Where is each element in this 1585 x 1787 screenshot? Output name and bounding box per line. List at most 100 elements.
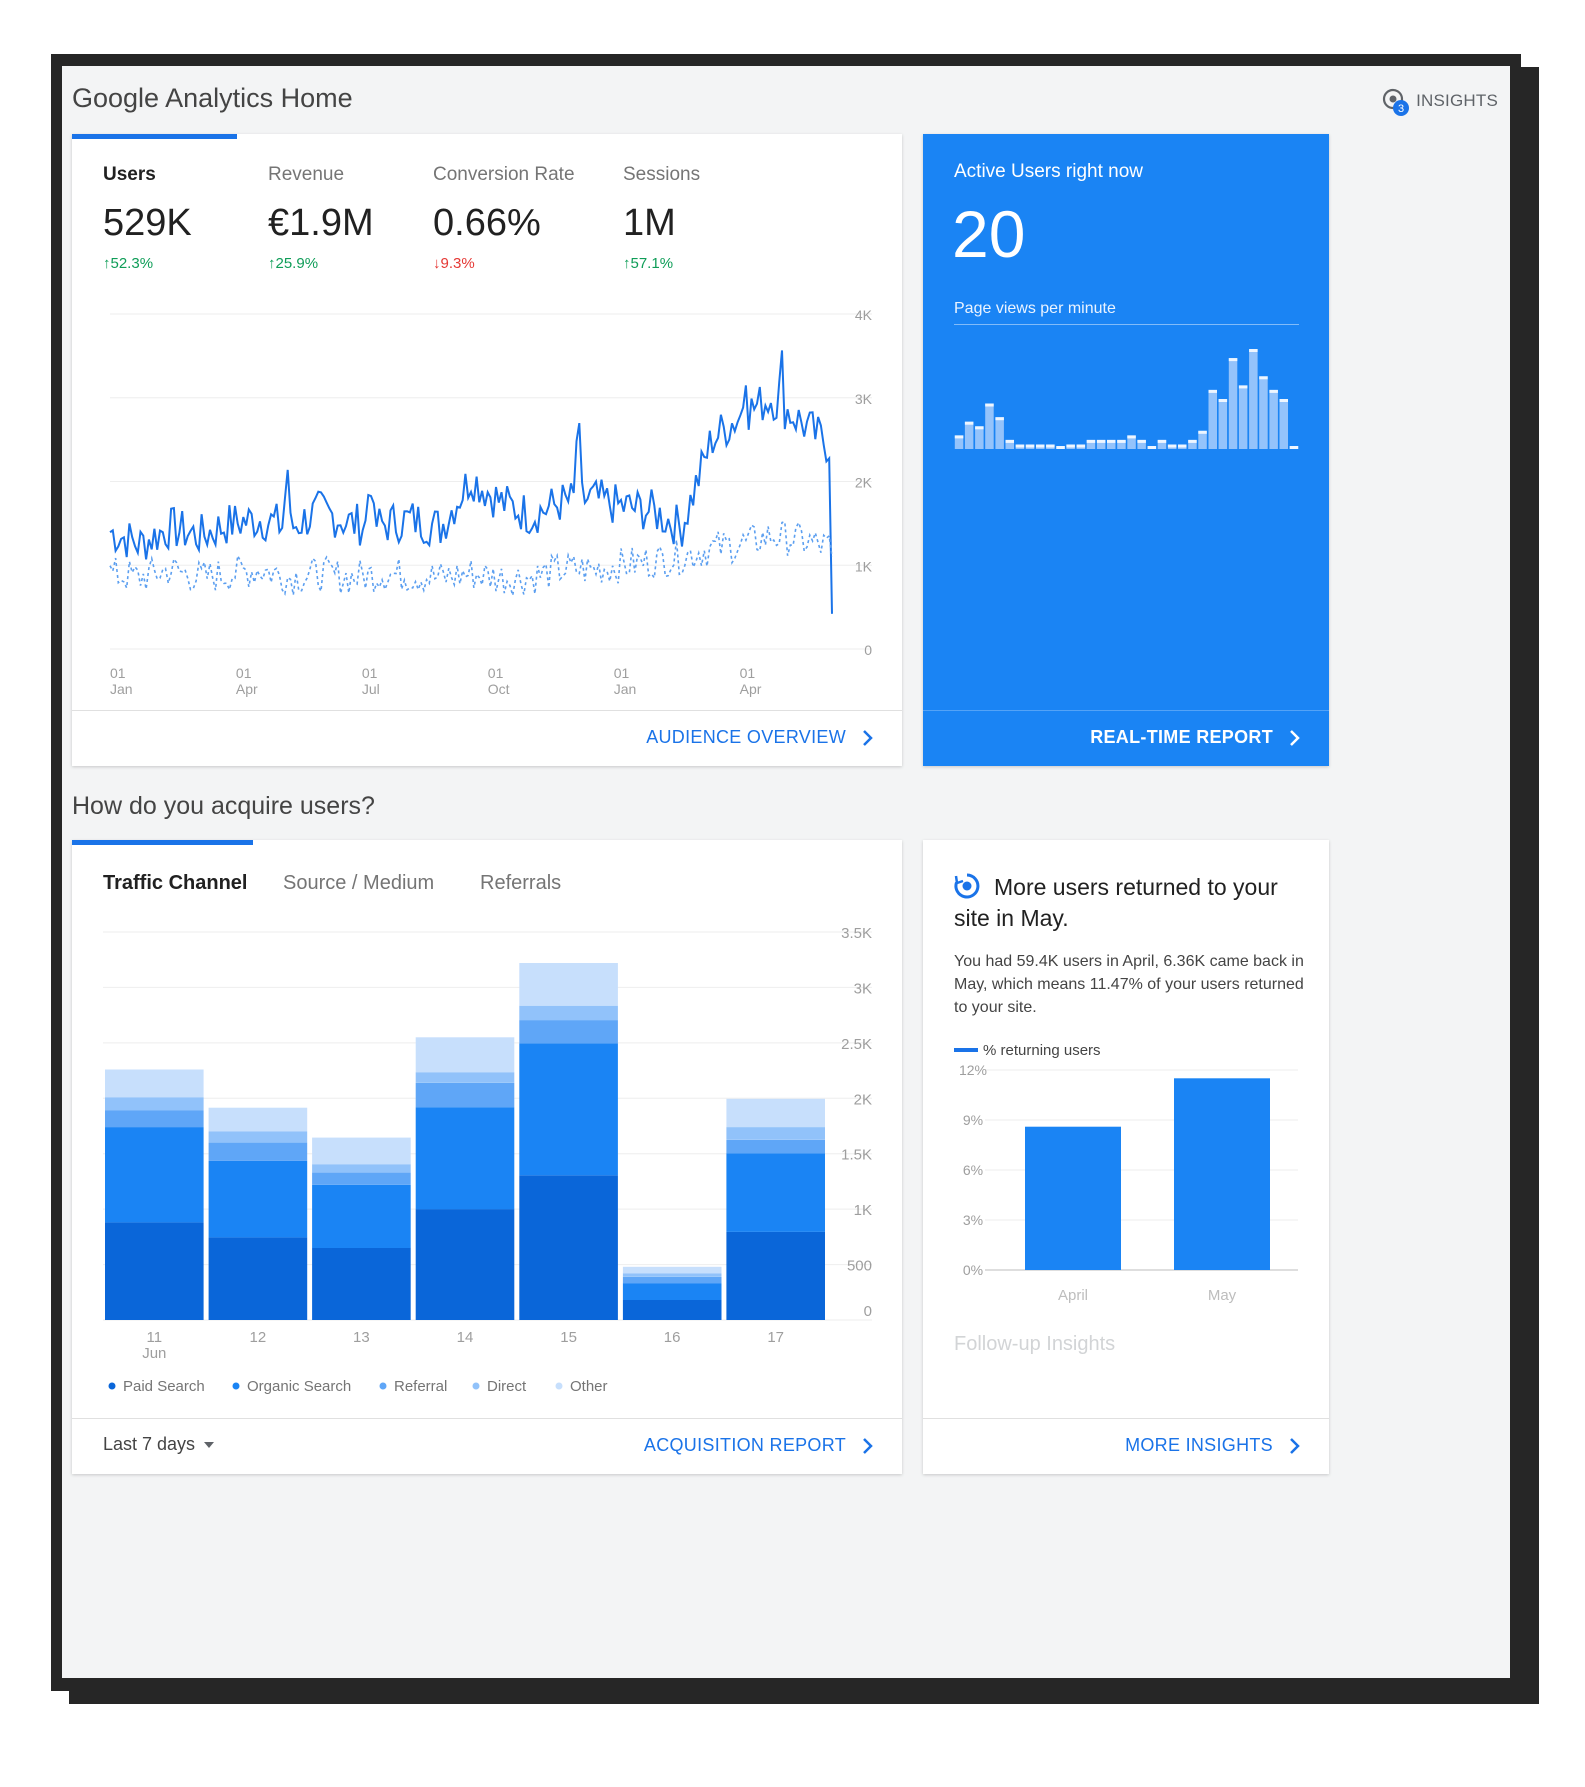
stack-segment	[726, 1139, 825, 1154]
tab-referrals[interactable]: Referrals	[480, 872, 561, 895]
pageview-bar-cap	[1046, 444, 1055, 448]
legend-label: Paid Search	[123, 1378, 205, 1395]
y-tick-label: 12%	[959, 1062, 987, 1078]
pageview-bar-cap	[1025, 444, 1035, 448]
pageview-bar	[964, 421, 974, 449]
stack-segment	[312, 1247, 411, 1320]
y-tick-label: 0%	[963, 1262, 983, 1278]
pageviews-divider	[954, 324, 1299, 325]
pageview-bar-cap	[975, 426, 984, 430]
return-bar	[1174, 1078, 1270, 1270]
realtime-report-link[interactable]: REAL-TIME REPORT	[1090, 727, 1301, 748]
stack-segment	[208, 1107, 308, 1132]
stack-segment	[312, 1172, 411, 1185]
metric-value: 529K	[103, 202, 192, 244]
x-tick-day: 16	[664, 1329, 681, 1346]
pageview-bar-cap	[1147, 446, 1157, 449]
y-tick-label: 1K	[854, 1202, 872, 1219]
stack-segment	[519, 963, 618, 1006]
stack-segment	[622, 1276, 722, 1284]
pageview-bar-cap	[1096, 439, 1106, 443]
pageview-bar-cap	[995, 417, 1004, 421]
more-insights-label: MORE INSIGHTS	[1125, 1435, 1273, 1455]
x-tick-month: Apr	[740, 681, 762, 697]
stack-segment	[312, 1137, 411, 1165]
metric-value: €1.9M	[268, 202, 374, 244]
legend-dot	[555, 1382, 563, 1390]
pageview-bar-cap	[1157, 439, 1167, 443]
legend-dot	[108, 1382, 116, 1390]
pageview-bar-cap	[964, 421, 974, 425]
pageview-bar	[1279, 399, 1288, 449]
stack-segment	[622, 1273, 722, 1277]
pageview-bar-cap	[1137, 439, 1146, 443]
metric-change: ↑57.1%	[623, 255, 674, 272]
metric-sessions[interactable]: Sessions 1M ↑57.1%	[623, 164, 700, 272]
metric-label: Users	[103, 164, 156, 185]
metric-value: 0.66%	[433, 202, 541, 244]
metric-conversion-rate[interactable]: Conversion Rate 0.66% ↓9.3%	[433, 164, 575, 272]
users-line-chart: 01K2K3K4K01Jan01Apr01Jul01Oct01Jan01Apr	[109, 307, 873, 697]
acquisition-report-label: ACQUISITION REPORT	[643, 1435, 846, 1455]
tab-traffic-channel[interactable]: Traffic Channel	[103, 872, 247, 895]
pageview-bar	[995, 417, 1004, 449]
pageview-bar-cap	[1167, 444, 1177, 448]
pageview-bar-cap	[1269, 389, 1278, 393]
legend-label: Other	[570, 1378, 608, 1395]
metric-value: 1M	[623, 202, 676, 244]
chevron-right-icon	[1290, 1437, 1300, 1454]
channel-tab-indicator	[72, 840, 253, 845]
more-insights-link[interactable]: MORE INSIGHTS	[1125, 1435, 1301, 1456]
y-tick-label: 500	[847, 1258, 872, 1275]
tab-source-medium[interactable]: Source / Medium	[283, 872, 434, 895]
return-bar	[1025, 1126, 1121, 1270]
acquisition-report-link[interactable]: ACQUISITION REPORT	[644, 1435, 874, 1456]
metric-change: ↓9.3%	[433, 255, 475, 272]
y-tick-label: 1.5K	[841, 1147, 872, 1164]
x-tick-day: 12	[250, 1329, 267, 1346]
audience-overview-link[interactable]: AUDIENCE OVERVIEW	[646, 727, 874, 748]
realtime-footer: REAL-TIME REPORT	[923, 710, 1329, 766]
pageview-bar-cap	[1015, 444, 1025, 448]
y-tick-label: 2K	[855, 475, 873, 491]
pageview-bar-cap	[1127, 435, 1136, 439]
stack-segment	[622, 1283, 722, 1300]
metric-tab-indicator	[72, 134, 237, 139]
stack-segment	[519, 1043, 618, 1176]
x-tick-day: 14	[457, 1329, 474, 1346]
x-tick-label: May	[1208, 1287, 1237, 1304]
x-tick-month: Jan	[110, 681, 133, 697]
pageview-bar-cap	[1238, 385, 1248, 389]
audience-footer: AUDIENCE OVERVIEW	[72, 710, 902, 766]
pageview-bar	[1238, 385, 1248, 449]
metric-users[interactable]: Users 529K ↑52.3%	[103, 164, 192, 272]
returning-users-chart: % returning users 0% 3% 6% 9% 12% April May	[954, 1042, 1298, 1304]
y-tick-label: 0	[864, 642, 872, 658]
x-tick-day: 17	[767, 1329, 784, 1346]
insight-body: You had 59.4K users in April, 6.36K came…	[954, 953, 1304, 1016]
x-tick-day: 15	[560, 1329, 577, 1346]
pageview-bar	[1259, 376, 1268, 449]
screenshot-frame: Google Analytics Home 3 INSIGHTS Users 52…	[51, 54, 1521, 1691]
pageview-bar-cap	[1178, 444, 1187, 448]
pageview-bar-cap	[1259, 376, 1268, 380]
metric-label: Sessions	[623, 164, 701, 185]
date-range-dropdown[interactable]: Last 7 days	[103, 1434, 215, 1455]
y-tick-label: 2K	[854, 1091, 872, 1108]
pageview-bar-cap	[1249, 349, 1258, 352]
metric-revenue[interactable]: Revenue €1.9M ↑25.9%	[268, 164, 374, 272]
legend-label: % returning users	[983, 1042, 1101, 1059]
pageview-bar	[975, 426, 984, 449]
x-tick-month: Oct	[488, 681, 510, 697]
followup-insights-label: Follow-up Insights	[954, 1333, 1116, 1355]
x-tick-day: 13	[353, 1329, 370, 1346]
pageview-bar-cap	[1198, 430, 1207, 434]
stack-segment	[622, 1266, 722, 1274]
realtime-card: Active Users right now 20 Page views per…	[923, 134, 1329, 766]
stack-segment	[726, 1127, 825, 1140]
pageview-bar-cap	[1005, 439, 1014, 443]
x-tick-day: 01	[488, 665, 504, 681]
stack-segment	[519, 1020, 618, 1044]
insights-button[interactable]: 3 INSIGHTS	[1380, 86, 1498, 116]
pageview-bar-cap	[1107, 439, 1116, 443]
